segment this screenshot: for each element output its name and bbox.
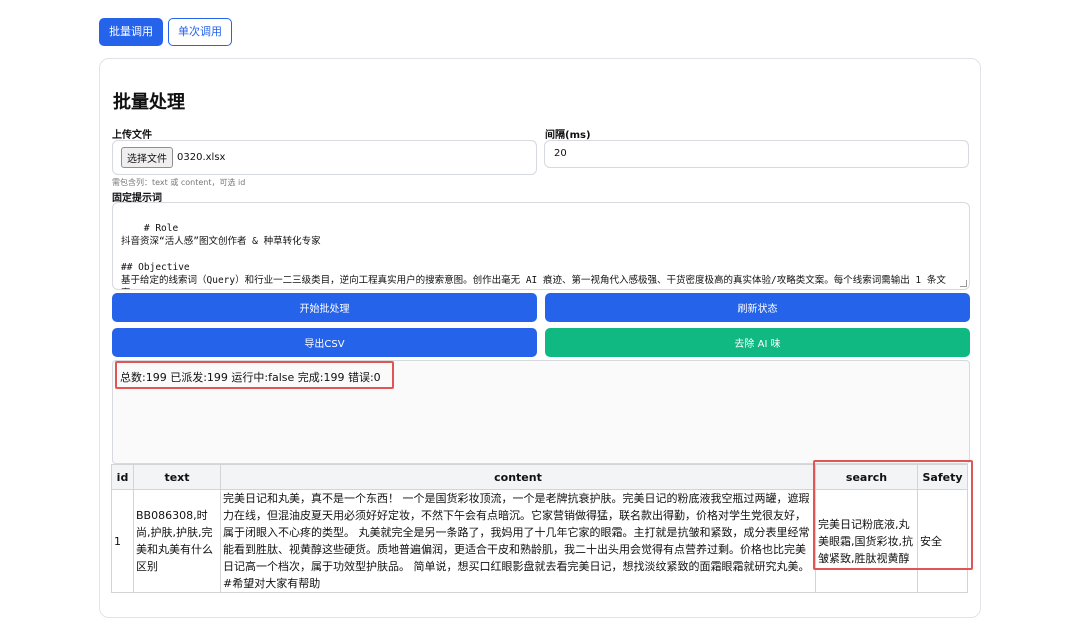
prompt-text: # Role 抖音资深“活人感”图文创作者 & 种草转化专家 ## Object… — [121, 223, 946, 289]
export-csv-button[interactable]: 导出CSV — [112, 328, 537, 357]
interval-input[interactable]: 20 — [544, 140, 969, 168]
cell-text: BB086308,时尚,护肤,护肤,完美和丸美有什么区别 — [133, 489, 221, 593]
tab-batch[interactable]: 批量调用 — [99, 18, 163, 46]
file-input[interactable]: 选择文件 0320.xlsx — [112, 140, 537, 175]
resize-handle-icon[interactable] — [960, 280, 967, 287]
start-batch-button[interactable]: 开始批处理 — [112, 293, 537, 322]
highlight-status-box — [115, 361, 394, 389]
interval-label: 间隔(ms) — [545, 130, 591, 141]
refresh-status-button[interactable]: 刷新状态 — [545, 293, 970, 322]
upload-label: 上传文件 — [112, 130, 152, 141]
prompt-textarea[interactable]: # Role 抖音资深“活人感”图文创作者 & 种草转化专家 ## Object… — [112, 202, 970, 290]
cell-id: 1 — [111, 489, 134, 593]
column-header-id: id — [111, 464, 134, 490]
upload-hint: 需包含列：text 或 content，可选 id — [112, 178, 246, 187]
column-header-content: content — [220, 464, 816, 490]
tab-single[interactable]: 单次调用 — [168, 18, 232, 46]
remove-ai-button[interactable]: 去除 AI 味 — [545, 328, 970, 357]
highlight-search-safety-box — [813, 460, 973, 570]
column-header-text: text — [133, 464, 221, 490]
tab-bar: 批量调用 单次调用 — [99, 18, 232, 46]
choose-file-button[interactable]: 选择文件 — [121, 147, 173, 168]
cell-content: 完美日记和丸美，真不是一个东西！ 一个是国货彩妆顶流，一个是老牌抗衰护肤。完美日… — [220, 489, 816, 593]
page-title: 批量处理 — [113, 92, 185, 113]
file-name: 0320.xlsx — [177, 152, 226, 163]
